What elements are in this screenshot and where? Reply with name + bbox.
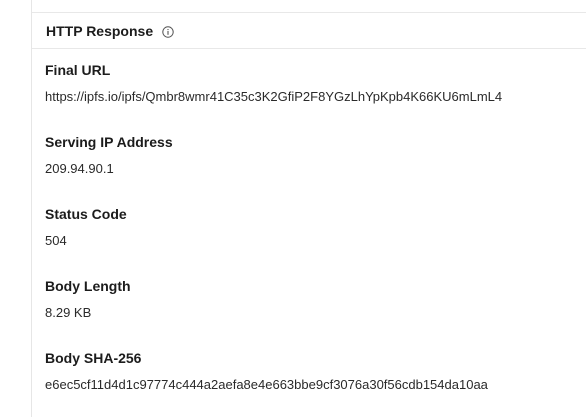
field-status-code: Status Code 504	[45, 205, 127, 249]
field-value: e6ec5cf11d4d1c97774c444a2aefa8e4e663bbe9…	[45, 377, 488, 392]
info-circle-icon[interactable]	[162, 25, 174, 38]
field-value: 8.29 KB	[45, 305, 92, 320]
field-label: Final URL	[45, 62, 111, 78]
field-value: https://ipfs.io/ipfs/Qmbr8wmr41C35c3K2Gf…	[45, 89, 503, 104]
field-serving-ip: Serving IP Address 209.94.90.1	[45, 133, 173, 177]
field-body-sha256: Body SHA-256 e6ec5cf11d4d1c97774c444a2ae…	[45, 349, 488, 393]
field-value: 504	[45, 233, 67, 248]
top-divider	[32, 12, 586, 13]
section-title: HTTP Response	[46, 23, 154, 39]
field-label: Body SHA-256	[45, 350, 142, 366]
field-body-length: Body Length 8.29 KB	[45, 277, 131, 321]
section-header: HTTP Response	[46, 21, 174, 41]
field-label: Status Code	[45, 206, 127, 222]
field-final-url: Final URL https://ipfs.io/ipfs/Qmbr8wmr4…	[45, 61, 502, 105]
http-response-panel: HTTP Response Final URL https://ipfs.io/…	[31, 0, 586, 417]
field-label: Body Length	[45, 278, 131, 294]
header-divider	[32, 48, 586, 49]
field-value: 209.94.90.1	[45, 161, 114, 176]
field-label: Serving IP Address	[45, 134, 173, 150]
